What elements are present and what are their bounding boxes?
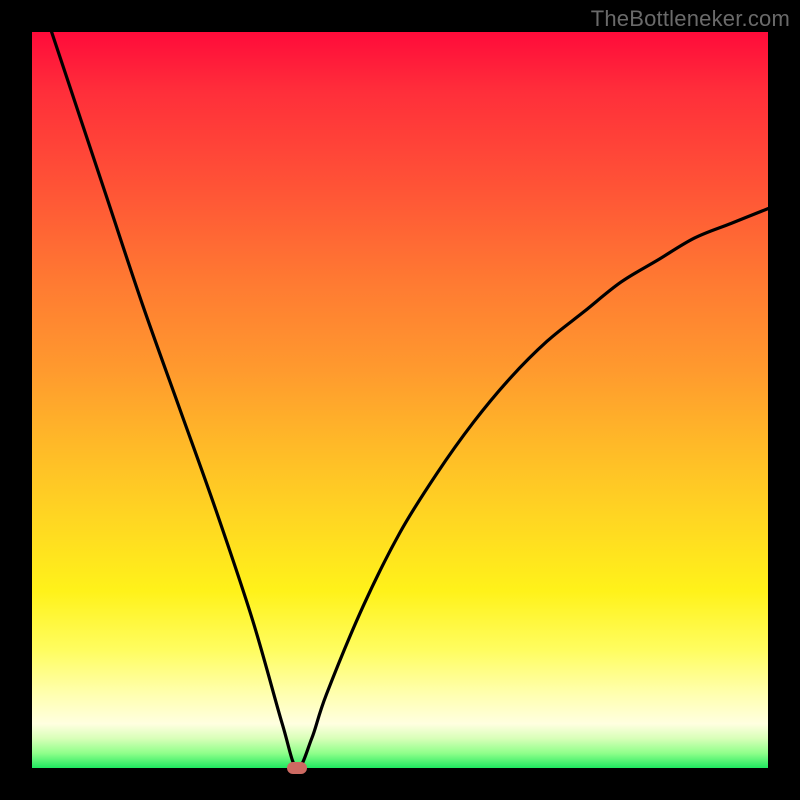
curve-path	[32, 32, 768, 768]
bottleneck-curve	[32, 32, 768, 768]
plot-area	[32, 32, 768, 768]
watermark-text: TheBottleneker.com	[591, 6, 790, 32]
min-point-marker	[287, 762, 307, 774]
chart-frame: TheBottleneker.com	[0, 0, 800, 800]
